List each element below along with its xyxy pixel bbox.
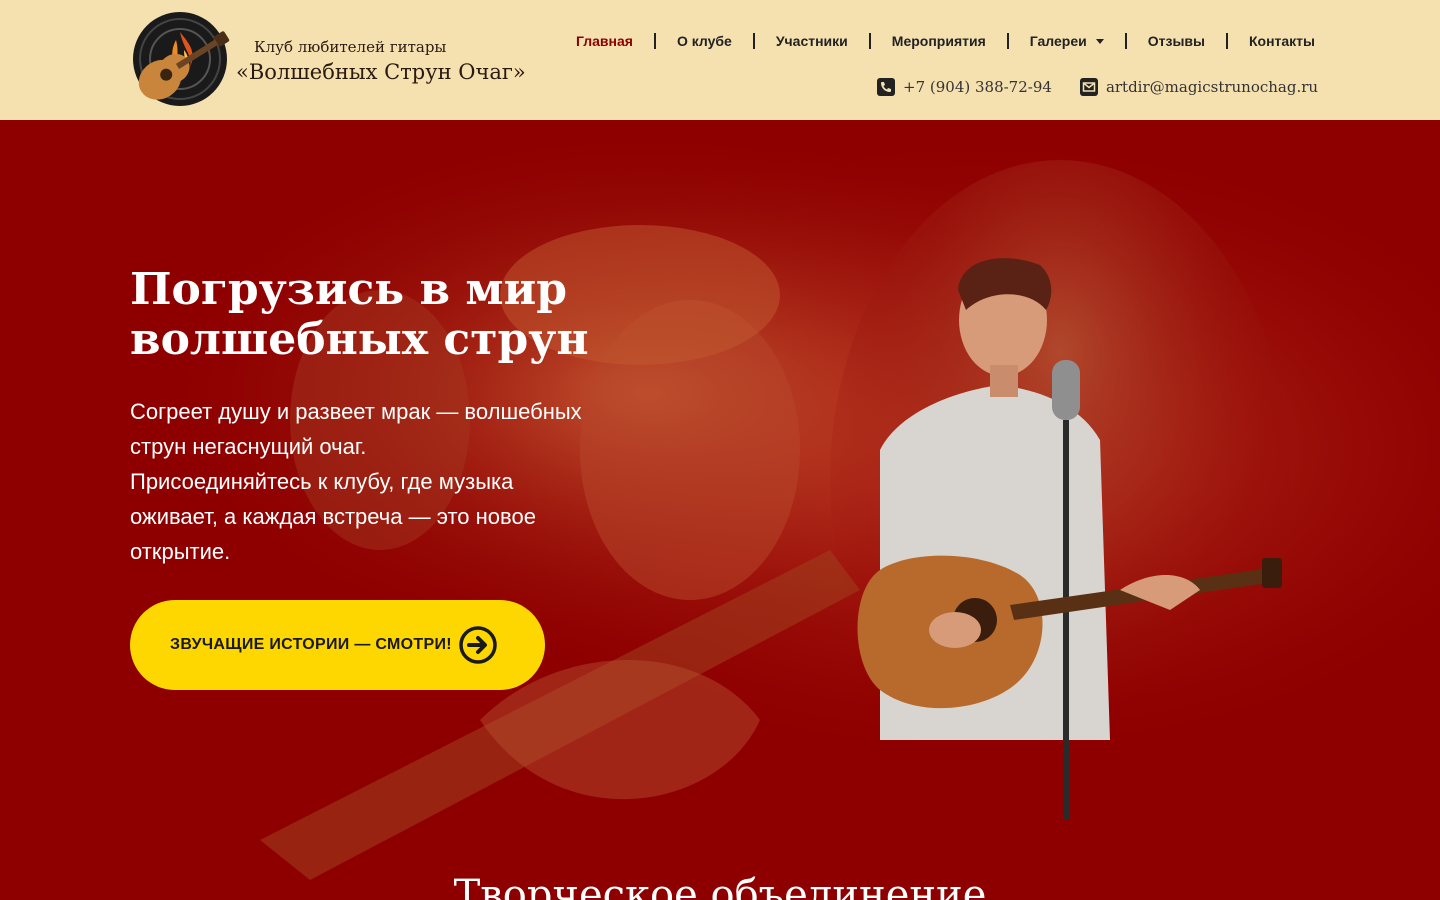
nav-divider	[1124, 33, 1127, 49]
nav-item-reviews[interactable]: Отзывы	[1138, 33, 1215, 49]
nav-item-contacts[interactable]: Контакты	[1239, 33, 1325, 49]
nav-divider	[752, 33, 755, 49]
hero-title-line: Погрузись в мир	[130, 264, 567, 315]
hero-description: Согреет душу и развеет мрак — волшебных …	[130, 394, 660, 569]
hero-title: Погрузись в мир волшебных струн	[130, 265, 690, 365]
hero-text-line: Присоединяйтесь к клубу, где музыка	[130, 469, 514, 494]
hero-text-line: Согреет душу и развеет мрак — волшебных	[130, 399, 582, 424]
hero-section: Погрузись в мир волшебных струн Согреет …	[0, 120, 1440, 900]
nav-divider	[653, 33, 656, 49]
phone-link[interactable]: +7 (904) 388-72-94	[877, 78, 1052, 96]
guitar-logo-icon[interactable]	[118, 10, 242, 108]
nav-item-galleries-label: Галереи	[1029, 33, 1087, 49]
site-header: Клуб любителей гитары «Волшебных Струн О…	[0, 0, 1440, 120]
nav-divider	[868, 33, 871, 49]
header-contacts: +7 (904) 388-72-94 artdir@magicstrunocha…	[877, 78, 1318, 96]
hero-title-line: волшебных струн	[130, 314, 589, 365]
section-heading: Творческое объединение	[453, 872, 987, 900]
nav-item-home[interactable]: Главная	[566, 33, 643, 49]
nav-divider	[1006, 33, 1009, 49]
phone-number: +7 (904) 388-72-94	[903, 78, 1052, 96]
hero-text-line: струн негаснущий очаг.	[130, 434, 367, 459]
main-nav: Главная О клубе Участники Мероприятия Га…	[566, 31, 1325, 51]
logo-tagline: Клуб любителей гитары	[254, 38, 447, 56]
hero-text-line: оживает, а каждая встреча — это новое	[130, 504, 536, 529]
arrow-circle-right-icon	[459, 626, 497, 664]
logo-title: «Волшебных Струн Очаг»	[236, 60, 526, 84]
nav-item-events[interactable]: Мероприятия	[882, 33, 996, 49]
nav-item-members[interactable]: Участники	[766, 33, 858, 49]
hero-text-line: открытие.	[130, 539, 231, 564]
email-link[interactable]: artdir@magicstrunochag.ru	[1079, 78, 1319, 96]
nav-divider	[1225, 33, 1228, 49]
email-address: artdir@magicstrunochag.ru	[1105, 78, 1319, 96]
envelope-icon	[1079, 78, 1098, 96]
cta-label: ЗВУЧАЩИЕ ИСТОРИИ — СМОТРИ!	[170, 636, 452, 653]
stories-cta-button[interactable]: ЗВУЧАЩИЕ ИСТОРИИ — СМОТРИ!	[130, 600, 545, 690]
phone-icon	[877, 78, 895, 96]
nav-item-galleries[interactable]: Галереи	[1020, 33, 1114, 49]
caret-down-icon	[1095, 38, 1104, 44]
nav-item-about[interactable]: О клубе	[667, 33, 742, 49]
